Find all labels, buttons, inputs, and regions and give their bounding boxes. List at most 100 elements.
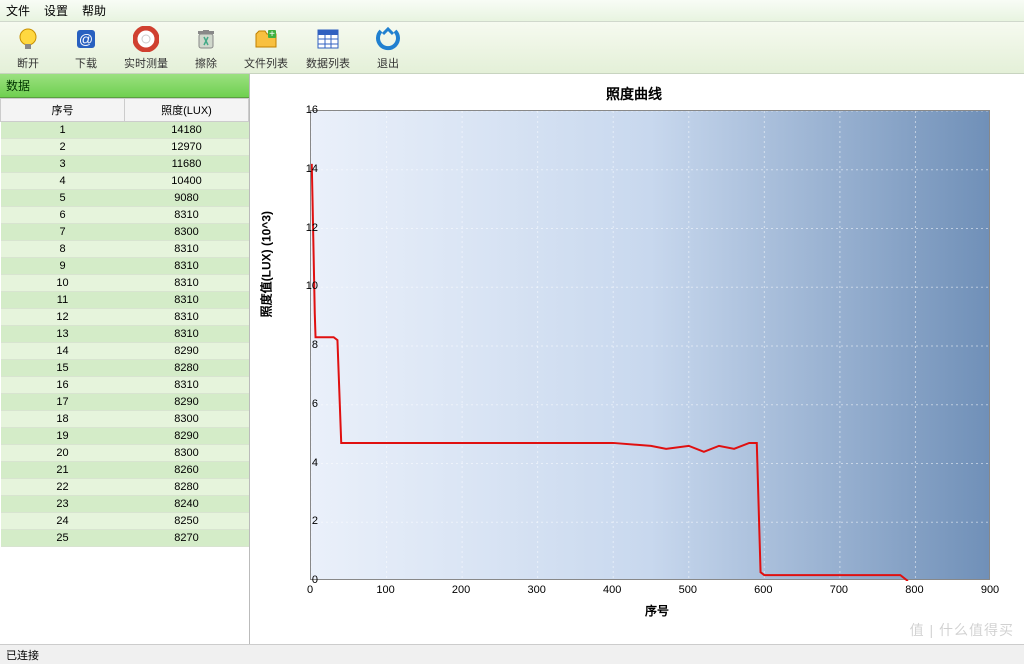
table-row[interactable]: 188300 bbox=[1, 411, 249, 428]
disconnect-button[interactable]: 断开 bbox=[8, 25, 48, 71]
table-row[interactable]: 248250 bbox=[1, 513, 249, 530]
cell-seq: 12 bbox=[1, 309, 125, 326]
table-row[interactable]: 108310 bbox=[1, 275, 249, 292]
download-icon: @ bbox=[72, 25, 100, 53]
y-tick: 6 bbox=[312, 398, 318, 410]
menu-file[interactable]: 文件 bbox=[6, 2, 30, 19]
menu-help[interactable]: 帮助 bbox=[82, 2, 106, 19]
cell-seq: 16 bbox=[1, 377, 125, 394]
menubar: 文件 设置 帮助 bbox=[0, 0, 1024, 22]
cell-lux: 8240 bbox=[125, 496, 249, 513]
lightbulb-icon bbox=[14, 25, 42, 53]
cell-lux: 10400 bbox=[125, 173, 249, 190]
cell-seq: 9 bbox=[1, 258, 125, 275]
table-row[interactable]: 128310 bbox=[1, 309, 249, 326]
x-axis-label: 序号 bbox=[645, 602, 669, 619]
cell-lux: 8280 bbox=[125, 360, 249, 377]
cell-seq: 24 bbox=[1, 513, 125, 530]
table-row[interactable]: 228280 bbox=[1, 479, 249, 496]
table-row[interactable]: 68310 bbox=[1, 207, 249, 224]
y-tick: 10 bbox=[306, 280, 318, 292]
table-row[interactable]: 158280 bbox=[1, 360, 249, 377]
cell-seq: 6 bbox=[1, 207, 125, 224]
table-row[interactable]: 148290 bbox=[1, 343, 249, 360]
trash-icon bbox=[192, 25, 220, 53]
plot-region[interactable] bbox=[310, 110, 990, 580]
col-lux[interactable]: 照度(LUX) bbox=[125, 99, 249, 122]
folder-icon: + bbox=[252, 25, 280, 53]
download-button[interactable]: @ 下载 bbox=[66, 25, 106, 71]
cell-seq: 4 bbox=[1, 173, 125, 190]
cell-lux: 8310 bbox=[125, 275, 249, 292]
cell-seq: 2 bbox=[1, 139, 125, 156]
table-row[interactable]: 178290 bbox=[1, 394, 249, 411]
cell-lux: 8290 bbox=[125, 394, 249, 411]
cell-lux: 8310 bbox=[125, 207, 249, 224]
table-row[interactable]: 138310 bbox=[1, 326, 249, 343]
cell-seq: 3 bbox=[1, 156, 125, 173]
menu-settings[interactable]: 设置 bbox=[44, 2, 68, 19]
x-tick: 900 bbox=[981, 584, 999, 596]
data-table: 序号 照度(LUX) 11418021297031168041040059080… bbox=[0, 98, 249, 547]
cell-lux: 8270 bbox=[125, 530, 249, 547]
cell-lux: 8310 bbox=[125, 309, 249, 326]
x-tick: 300 bbox=[527, 584, 545, 596]
x-tick: 0 bbox=[307, 584, 313, 596]
table-row[interactable]: 98310 bbox=[1, 258, 249, 275]
cell-lux: 8250 bbox=[125, 513, 249, 530]
table-row[interactable]: 59080 bbox=[1, 190, 249, 207]
chart-box: 照度值(LUX) (10^3) 0246810121416 0100200300… bbox=[310, 110, 1004, 614]
cell-lux: 8310 bbox=[125, 292, 249, 309]
x-tick: 100 bbox=[376, 584, 394, 596]
table-row[interactable]: 212970 bbox=[1, 139, 249, 156]
cell-seq: 19 bbox=[1, 428, 125, 445]
table-row[interactable]: 88310 bbox=[1, 241, 249, 258]
table-row[interactable]: 198290 bbox=[1, 428, 249, 445]
x-tick: 500 bbox=[679, 584, 697, 596]
table-row[interactable]: 78300 bbox=[1, 224, 249, 241]
table-row[interactable]: 218260 bbox=[1, 462, 249, 479]
realtime-button[interactable]: 实时测量 bbox=[124, 25, 168, 71]
table-row[interactable]: 258270 bbox=[1, 530, 249, 547]
cell-lux: 8310 bbox=[125, 377, 249, 394]
cell-lux: 12970 bbox=[125, 139, 249, 156]
cell-lux: 8310 bbox=[125, 241, 249, 258]
exit-button[interactable]: 退出 bbox=[368, 25, 408, 71]
cell-seq: 15 bbox=[1, 360, 125, 377]
filelist-button[interactable]: + 文件列表 bbox=[244, 25, 288, 71]
cell-seq: 11 bbox=[1, 292, 125, 309]
cell-seq: 17 bbox=[1, 394, 125, 411]
toolbar: 断开 @ 下载 实时测量 擦除 + 文件列表 数据列表 退出 bbox=[0, 22, 1024, 74]
table-row[interactable]: 118310 bbox=[1, 292, 249, 309]
cell-seq: 14 bbox=[1, 343, 125, 360]
table-row[interactable]: 208300 bbox=[1, 445, 249, 462]
datalist-button[interactable]: 数据列表 bbox=[306, 25, 350, 71]
cell-seq: 7 bbox=[1, 224, 125, 241]
cell-lux: 11680 bbox=[125, 156, 249, 173]
cell-seq: 10 bbox=[1, 275, 125, 292]
cell-lux: 8260 bbox=[125, 462, 249, 479]
table-row[interactable]: 311680 bbox=[1, 156, 249, 173]
table-row[interactable]: 410400 bbox=[1, 173, 249, 190]
x-tick: 800 bbox=[905, 584, 923, 596]
cell-lux: 8300 bbox=[125, 224, 249, 241]
chart-area: 照度曲线 照度值(LUX) (10^3) 0246810121416 01002… bbox=[250, 74, 1024, 644]
x-tick: 400 bbox=[603, 584, 621, 596]
cell-lux: 14180 bbox=[125, 122, 249, 139]
svg-text:+: + bbox=[269, 29, 275, 40]
table-row[interactable]: 114180 bbox=[1, 122, 249, 139]
cell-lux: 8300 bbox=[125, 445, 249, 462]
table-row[interactable]: 168310 bbox=[1, 377, 249, 394]
cell-seq: 18 bbox=[1, 411, 125, 428]
col-seq[interactable]: 序号 bbox=[1, 99, 125, 122]
cell-lux: 8310 bbox=[125, 258, 249, 275]
data-table-scroll[interactable]: 序号 照度(LUX) 11418021297031168041040059080… bbox=[0, 98, 249, 644]
table-row[interactable]: 238240 bbox=[1, 496, 249, 513]
cell-seq: 22 bbox=[1, 479, 125, 496]
cell-lux: 8300 bbox=[125, 411, 249, 428]
data-panel: 数据 序号 照度(LUX) 11418021297031168041040059… bbox=[0, 74, 250, 644]
erase-button[interactable]: 擦除 bbox=[186, 25, 226, 71]
lifebuoy-icon bbox=[132, 25, 160, 53]
cell-seq: 23 bbox=[1, 496, 125, 513]
x-tick: 700 bbox=[830, 584, 848, 596]
